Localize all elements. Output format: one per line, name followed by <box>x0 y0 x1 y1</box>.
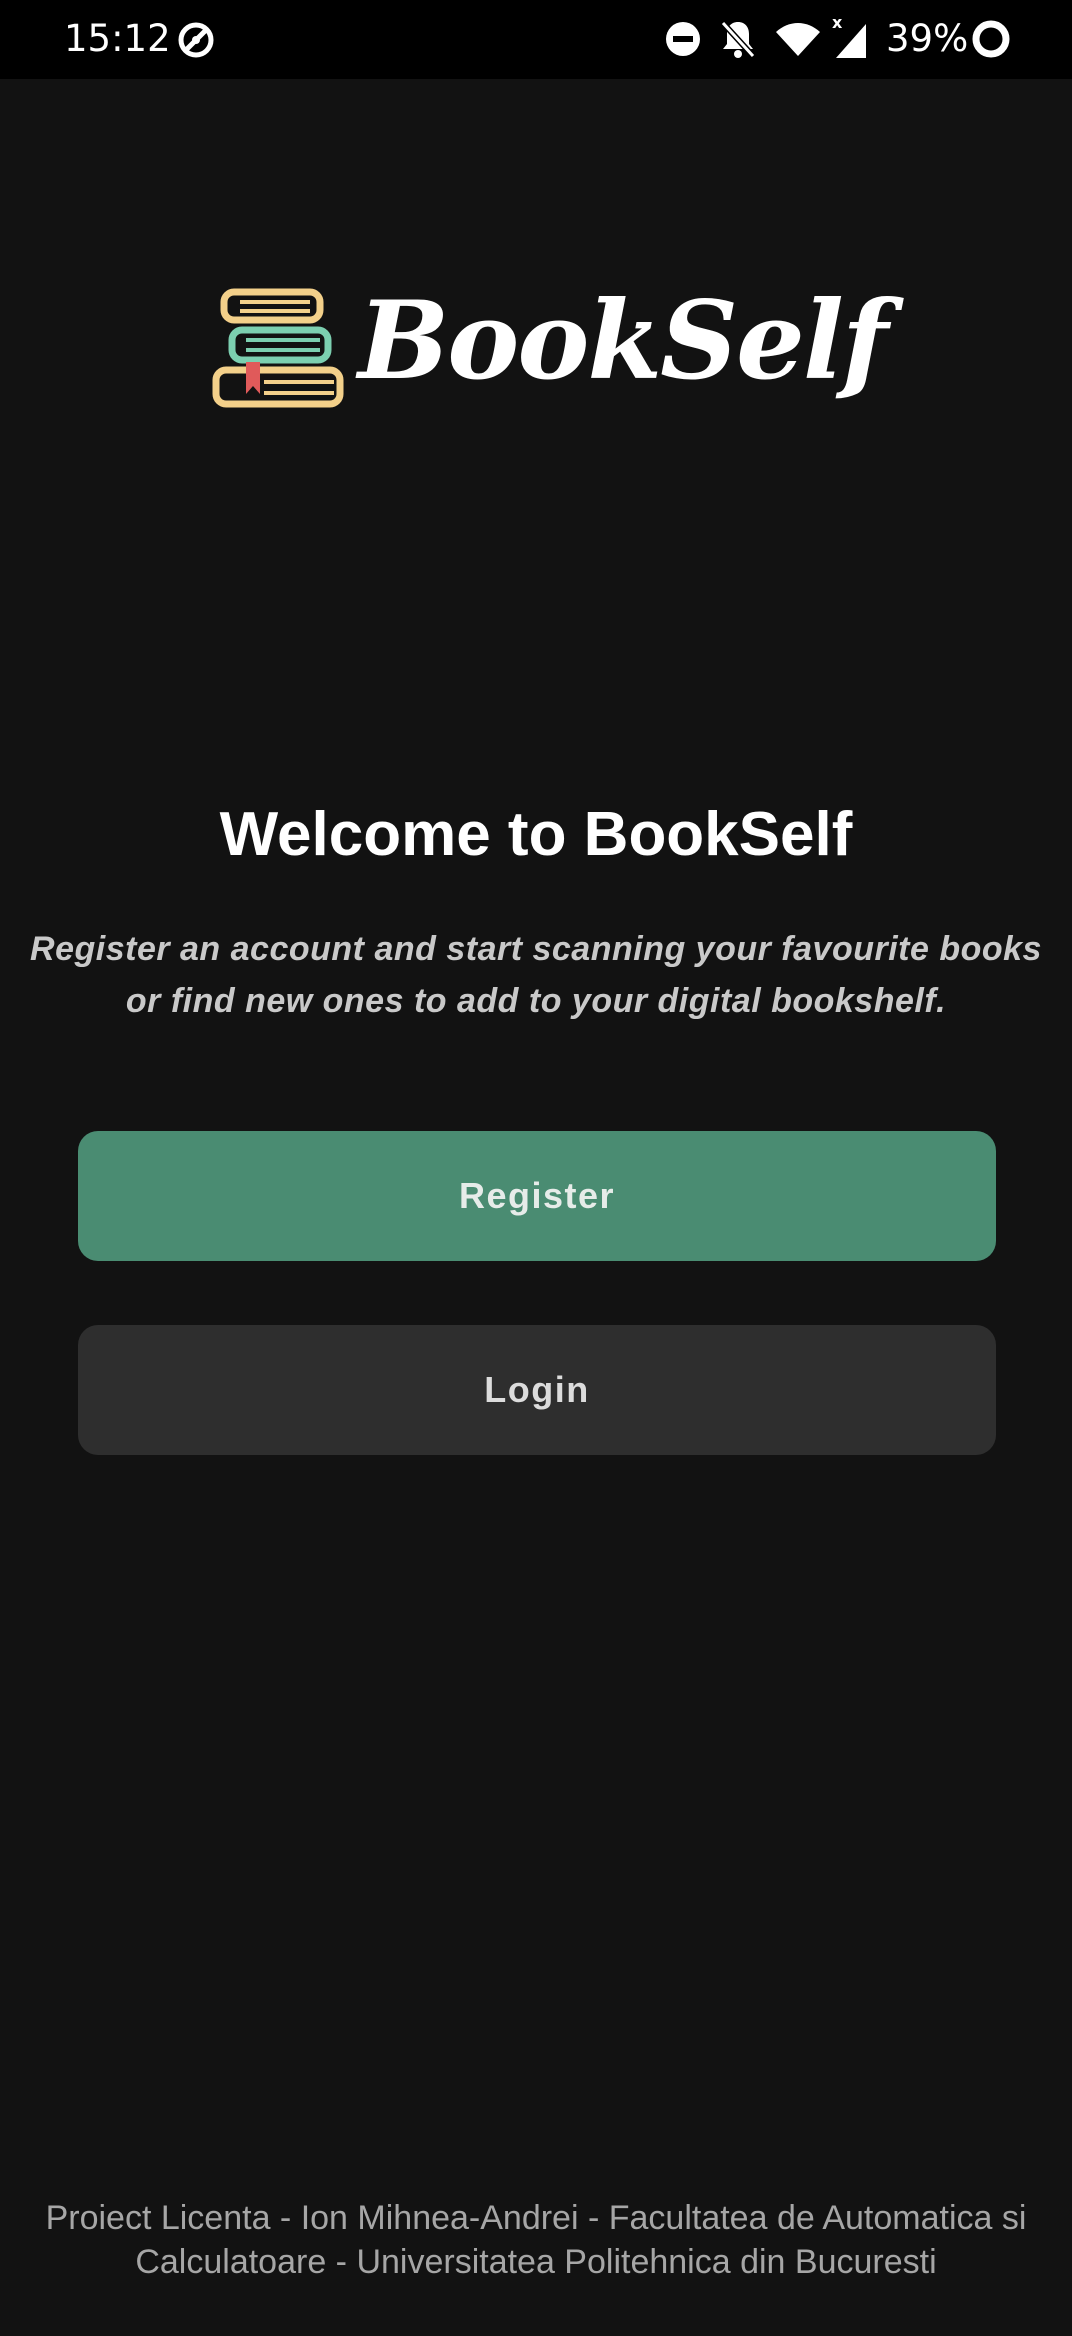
logo-text: BookSelf <box>358 278 888 404</box>
notifications-off-icon <box>720 20 756 59</box>
signal-icon: x <box>832 14 866 58</box>
welcome-subtitle: Register an account and start scanning y… <box>30 930 1042 1020</box>
register-button[interactable]: Register <box>78 1131 996 1261</box>
do-not-disturb-icon <box>666 22 700 56</box>
welcome-title: Welcome to BookSelf <box>219 800 853 869</box>
vpn-icon <box>178 22 214 58</box>
app-logo: BookSelf <box>210 270 888 430</box>
status-time: 15:12 <box>64 17 171 60</box>
books-stack-icon <box>212 288 344 408</box>
wifi-icon <box>776 23 820 56</box>
footer-credits: Proiect Licenta - Ion Mihnea-Andrei - Fa… <box>45 2199 1027 2281</box>
svg-text:x: x <box>832 14 843 32</box>
status-bar: 15:12 x 39% <box>0 0 1072 79</box>
battery-icon <box>972 20 1010 58</box>
login-button[interactable]: Login <box>78 1325 996 1455</box>
battery-percent: 39% <box>886 17 969 60</box>
